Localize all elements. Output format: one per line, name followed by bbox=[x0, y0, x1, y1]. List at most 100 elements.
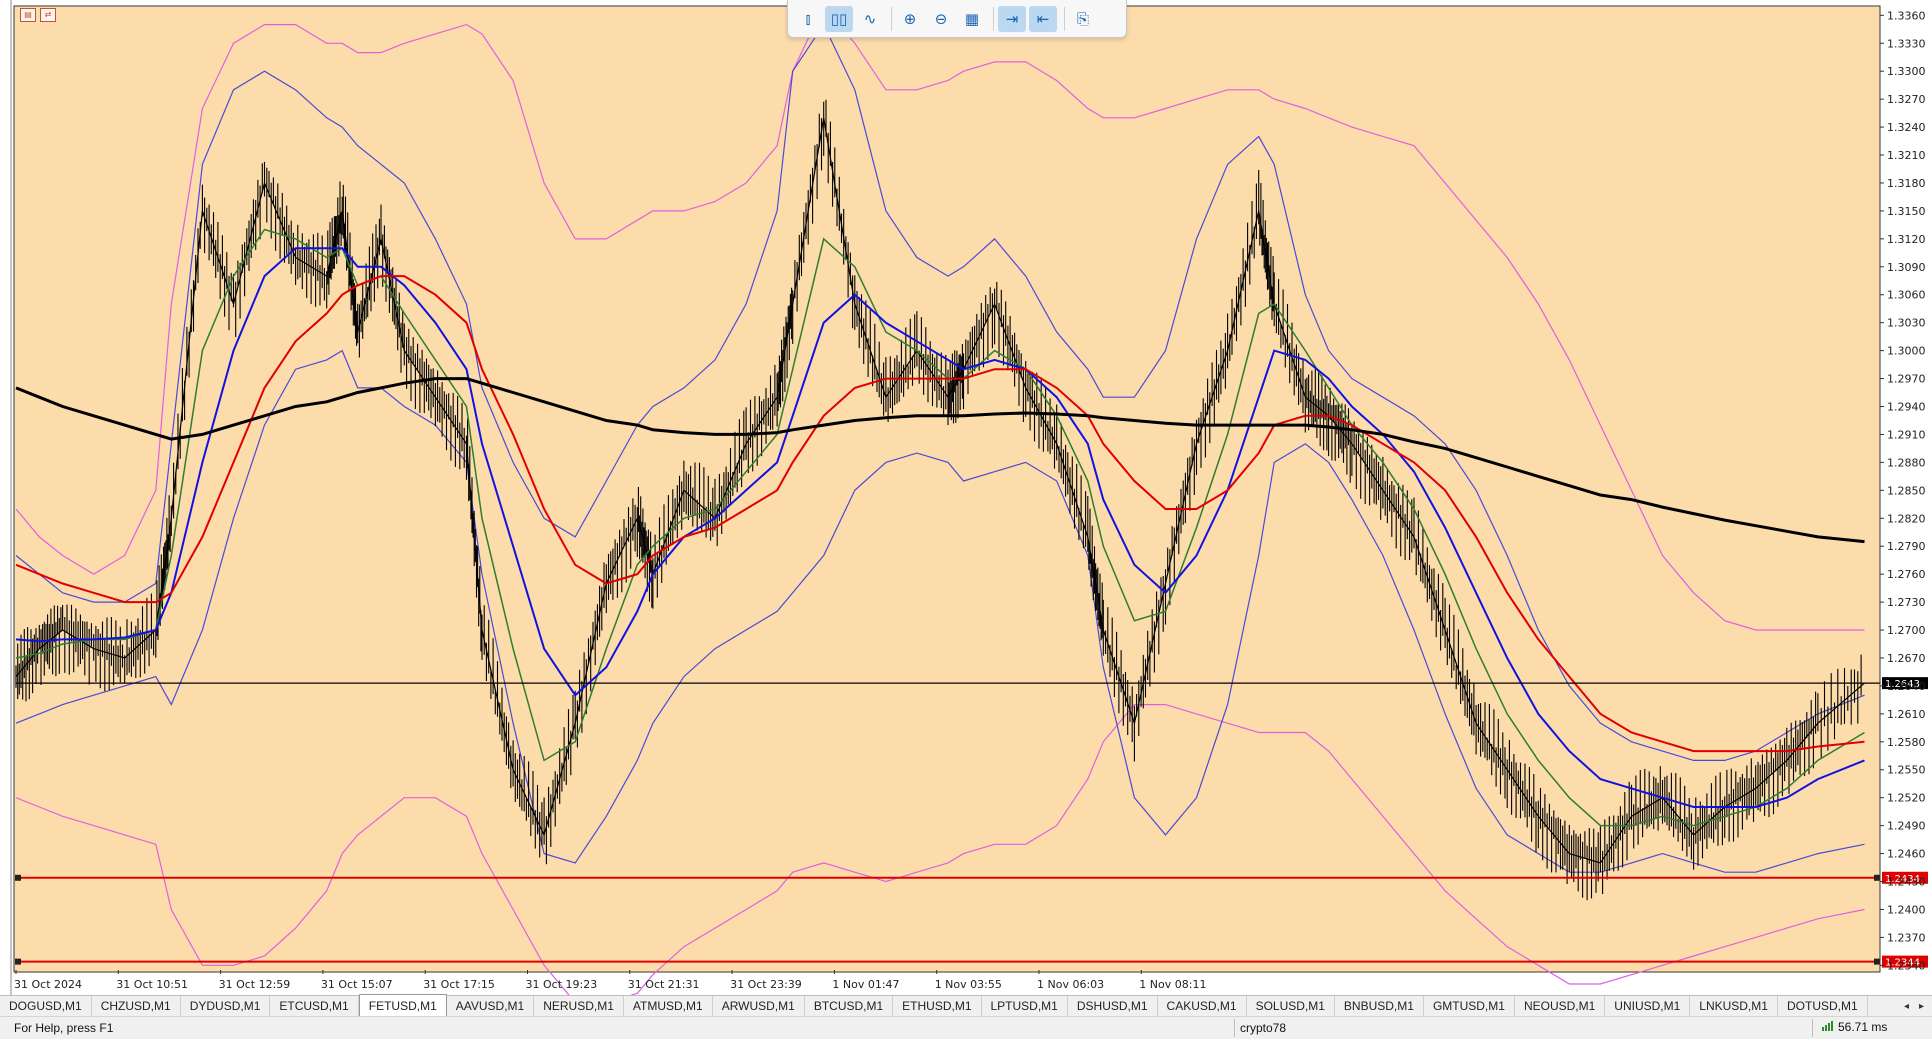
y-tick-label: 1.2760 bbox=[1887, 568, 1926, 581]
symbol-tab[interactable]: ATMUSD,M1 bbox=[624, 996, 713, 1016]
symbol-tab[interactable]: DSHUSD,M1 bbox=[1068, 996, 1158, 1016]
symbol-tab[interactable]: DOGUSD,M1 bbox=[0, 996, 92, 1016]
symbol-tab[interactable]: SOLUSD,M1 bbox=[1247, 996, 1335, 1016]
y-tick-label: 1.3270 bbox=[1887, 93, 1926, 106]
y-tick-label: 1.3360 bbox=[1887, 9, 1926, 22]
status-help-text: For Help, press F1 bbox=[14, 1021, 114, 1035]
symbol-tab[interactable]: DYDUSD,M1 bbox=[181, 996, 271, 1016]
x-tick-label: 31 Oct 12:59 bbox=[219, 978, 291, 991]
y-tick-label: 1.2520 bbox=[1887, 792, 1926, 805]
y-tick-label: 1.2880 bbox=[1887, 456, 1926, 469]
zoom-out-button[interactable]: ⊖ bbox=[927, 6, 955, 32]
symbol-tab[interactable]: UNIUSD,M1 bbox=[1605, 996, 1691, 1016]
x-tick-label: 31 Oct 2024 bbox=[14, 978, 82, 991]
chart-shift-button[interactable]: ⇤ bbox=[1029, 5, 1057, 32]
symbol-tab[interactable]: NERUSD,M1 bbox=[534, 996, 624, 1016]
tab-navigation: ◂ ▸ bbox=[1904, 996, 1932, 1016]
zoom-in-button[interactable]: ⊕ bbox=[896, 6, 924, 32]
y-tick-label: 1.2340 bbox=[1887, 959, 1926, 972]
line-anchor-handle bbox=[15, 874, 21, 881]
status-separator bbox=[1234, 1019, 1235, 1037]
x-tick-label: 1 Nov 01:47 bbox=[832, 978, 899, 991]
status-separator bbox=[1812, 1019, 1813, 1037]
tab-prev-arrow-icon[interactable]: ◂ bbox=[1904, 1001, 1909, 1012]
symbol-tab[interactable]: GMTUSD,M1 bbox=[1424, 996, 1515, 1016]
ping-value: 56.71 ms bbox=[1838, 1020, 1888, 1034]
line-anchor-handle bbox=[1874, 958, 1880, 965]
trade-panel-icon[interactable]: ▤ bbox=[20, 8, 36, 22]
y-tick-label: 1.2730 bbox=[1887, 596, 1926, 609]
y-tick-label: 1.2940 bbox=[1887, 401, 1926, 414]
price-chart[interactable]: 1.26431.24341.23441.33601.33301.33001.32… bbox=[0, 0, 1932, 995]
x-tick-label: 31 Oct 15:07 bbox=[321, 978, 393, 991]
symbol-tab[interactable]: ETCUSD,M1 bbox=[270, 996, 359, 1016]
symbol-tab[interactable]: ARWUSD,M1 bbox=[713, 996, 805, 1016]
y-tick-label: 1.3060 bbox=[1887, 289, 1926, 302]
symbol-tab[interactable]: NEOUSD,M1 bbox=[1515, 996, 1606, 1016]
y-tick-label: 1.3150 bbox=[1887, 205, 1926, 218]
symbol-tab[interactable]: AAVUSD,M1 bbox=[447, 996, 535, 1016]
bar-chart-button[interactable]: ⫾ bbox=[794, 6, 822, 32]
toolbar-separator bbox=[993, 6, 994, 31]
y-tick-label: 1.2670 bbox=[1887, 652, 1926, 665]
chart-toolbar: ⫾ ▯▯ ∿ ⊕ ⊖ ▦ ⇥ ⇤ ⎘ bbox=[787, 0, 1127, 38]
y-tick-label: 1.2910 bbox=[1887, 428, 1926, 441]
status-profile-name: crypto78 bbox=[1240, 1021, 1287, 1035]
symbol-tab-bar: DOGUSD,M1 CHZUSD,M1 DYDUSD,M1 ETCUSD,M1 FETU… bbox=[0, 994, 1932, 1016]
symbol-tab[interactable]: BTCUSD,M1 bbox=[805, 996, 894, 1016]
candlestick-chart-button[interactable]: ▯▯ bbox=[825, 5, 853, 32]
screenshot-icon: ⎘ bbox=[1076, 9, 1089, 28]
x-tick-label: 1 Nov 03:55 bbox=[935, 978, 1002, 991]
y-tick-label: 1.2700 bbox=[1887, 624, 1926, 637]
x-tick-label: 31 Oct 17:15 bbox=[423, 978, 495, 991]
symbol-tab[interactable]: DOTUSD,M1 bbox=[1778, 996, 1868, 1016]
x-tick-label: 1 Nov 06:03 bbox=[1037, 978, 1104, 991]
bar-chart-icon: ⫾ bbox=[805, 9, 811, 28]
y-tick-label: 1.2970 bbox=[1887, 373, 1926, 386]
y-tick-label: 1.3210 bbox=[1887, 149, 1926, 162]
one-click-trading-icon[interactable]: ⇄ bbox=[40, 8, 56, 22]
connection-status[interactable]: 56.71 ms bbox=[1822, 1020, 1887, 1034]
x-tick-label: 31 Oct 23:39 bbox=[730, 978, 802, 991]
y-tick-label: 1.3240 bbox=[1887, 121, 1926, 134]
y-tick-label: 1.2850 bbox=[1887, 484, 1926, 497]
y-tick-label: 1.3180 bbox=[1887, 177, 1926, 190]
screenshot-button[interactable]: ⎘ bbox=[1069, 6, 1097, 32]
zoom-out-icon: ⊖ bbox=[934, 9, 948, 28]
zoom-in-icon: ⊕ bbox=[903, 9, 917, 28]
symbol-tab[interactable]: LNKUSD,M1 bbox=[1690, 996, 1778, 1016]
y-tick-label: 1.2550 bbox=[1887, 764, 1926, 777]
line-chart-icon: ∿ bbox=[863, 9, 877, 28]
y-tick-label: 1.2430 bbox=[1887, 876, 1926, 889]
line-chart-button[interactable]: ∿ bbox=[856, 6, 884, 32]
y-tick-label: 1.2400 bbox=[1887, 903, 1926, 916]
y-tick-label: 1.3300 bbox=[1887, 65, 1926, 78]
y-tick-label: 1.2610 bbox=[1887, 708, 1926, 721]
x-tick-label: 31 Oct 21:31 bbox=[628, 978, 700, 991]
chart-shift-icon: ⇤ bbox=[1036, 9, 1050, 28]
y-tick-label: 1.3000 bbox=[1887, 345, 1926, 358]
symbol-tab[interactable]: FETUSD,M1 bbox=[358, 994, 447, 1016]
line-anchor-handle bbox=[15, 958, 21, 965]
grid-button[interactable]: ▦ bbox=[958, 6, 986, 32]
symbol-tab[interactable]: BNBUSD,M1 bbox=[1335, 996, 1424, 1016]
line-anchor-handle bbox=[1874, 874, 1880, 881]
y-tick-label: 1.3330 bbox=[1887, 37, 1926, 50]
symbol-tab[interactable]: CAKUSD,M1 bbox=[1158, 996, 1247, 1016]
symbol-tab[interactable]: CHZUSD,M1 bbox=[92, 996, 181, 1016]
symbol-tab[interactable]: ETHUSD,M1 bbox=[893, 996, 982, 1016]
x-tick-label: 31 Oct 19:23 bbox=[526, 978, 598, 991]
grid-icon: ▦ bbox=[964, 9, 980, 28]
x-tick-label: 31 Oct 10:51 bbox=[116, 978, 188, 991]
tab-next-arrow-icon[interactable]: ▸ bbox=[1919, 1001, 1924, 1012]
auto-scroll-icon: ⇥ bbox=[1005, 9, 1019, 28]
symbol-tab[interactable]: LPTUSD,M1 bbox=[982, 996, 1068, 1016]
toolbar-separator bbox=[891, 6, 892, 31]
x-tick-label: 1 Nov 08:11 bbox=[1139, 978, 1206, 991]
status-bar: For Help, press F1 crypto78 56.71 ms bbox=[0, 1016, 1932, 1039]
y-tick-label: 1.2460 bbox=[1887, 848, 1926, 861]
auto-scroll-button[interactable]: ⇥ bbox=[998, 5, 1026, 32]
y-tick-label: 1.3090 bbox=[1887, 261, 1926, 274]
y-tick-label: 1.2490 bbox=[1887, 820, 1926, 833]
chart-window[interactable]: 1.2643 1.2434 1.2344 1.3360 1.3330 1.3300 1.32… bbox=[0, 0, 1932, 995]
